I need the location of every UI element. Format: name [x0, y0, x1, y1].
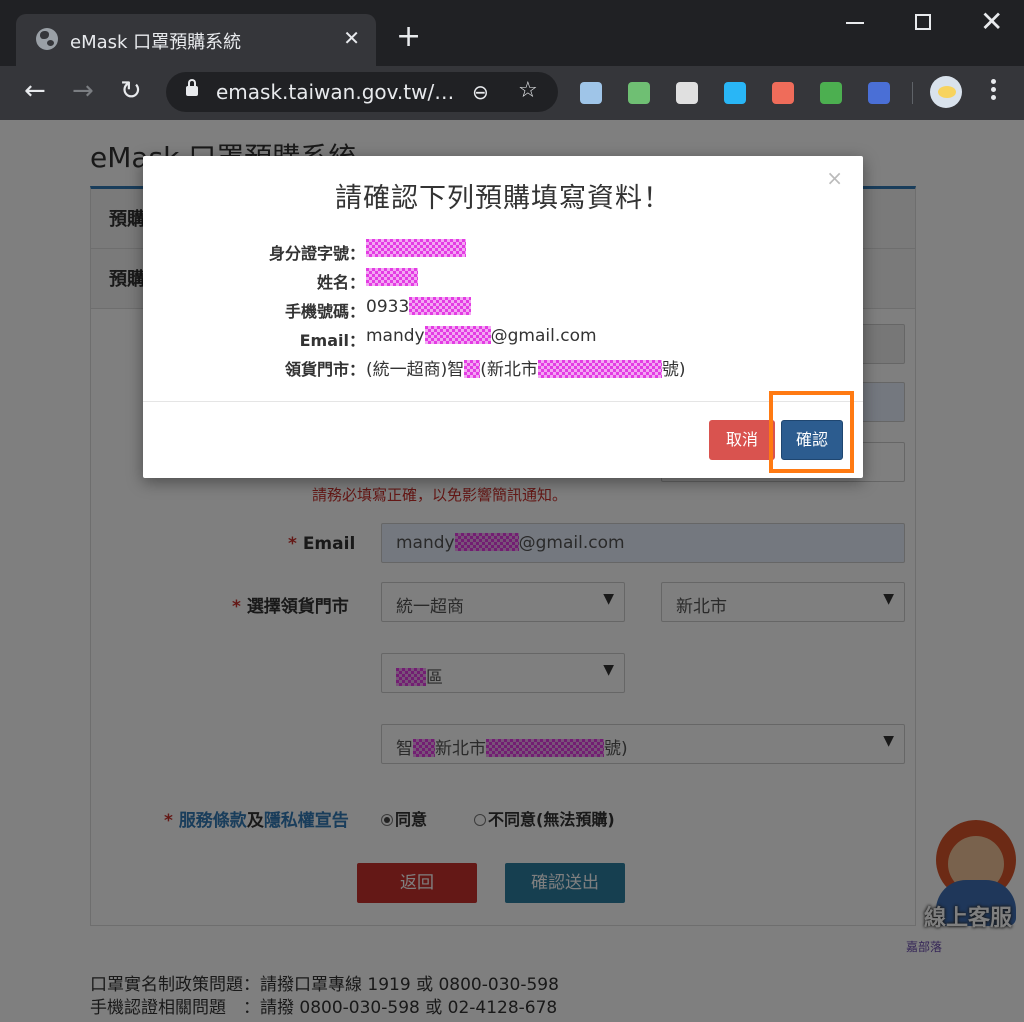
redacted-block — [424, 326, 491, 344]
info-value-id — [366, 239, 466, 259]
extension-icon-4[interactable] — [724, 82, 746, 104]
window-maximize-button[interactable] — [915, 14, 931, 30]
url-text[interactable]: emask.taiwan.gov.tw/… — [216, 80, 454, 104]
info-row-id: 身分證字號： — [143, 238, 863, 264]
extension-icon-5[interactable] — [772, 82, 794, 104]
browser-toolbar: ← → ↻ emask.taiwan.gov.tw/… ⊖ ☆ — [0, 66, 1024, 120]
forward-button[interactable]: → — [72, 76, 94, 106]
info-value-store: (統一超商)智 (新北市 號) — [366, 360, 686, 380]
extension-icon-2[interactable] — [628, 82, 650, 104]
zoom-icon[interactable]: ⊖ — [472, 80, 489, 104]
browser-menu-icon[interactable] — [986, 76, 1000, 108]
cancel-button[interactable]: 取消 — [709, 420, 775, 460]
redacted-block — [537, 360, 662, 378]
extension-icon-1[interactable] — [580, 82, 602, 104]
redacted-block — [464, 360, 481, 378]
info-value-phone: 0933 — [366, 297, 472, 317]
info-value-name — [366, 268, 418, 288]
redacted-block — [366, 239, 466, 257]
tab-title: eMask 口罩預購系統 — [70, 32, 242, 53]
window-minimize-button[interactable] — [846, 22, 864, 24]
profile-avatar[interactable] — [930, 76, 962, 108]
bookmark-star-icon[interactable]: ☆ — [518, 78, 538, 103]
extension-icon-3[interactable] — [676, 82, 698, 104]
back-button[interactable]: ← — [24, 76, 46, 106]
dialog-divider — [143, 401, 863, 402]
browser-tab[interactable]: eMask 口罩預購系統 ✕ — [16, 14, 376, 66]
browser-titlebar: eMask 口罩預購系統 ✕ + ✕ — [0, 0, 1024, 66]
info-value-email: mandy @gmail.com — [366, 326, 597, 346]
info-row-name: 姓名： — [143, 267, 863, 293]
confirm-dialog: × 請確認下列預購填寫資料！ 身分證字號： 姓名： 手機號碼： 0933 Ema… — [143, 156, 863, 478]
info-row-email: Email： mandy @gmail.com — [299, 326, 597, 350]
tab-close-icon[interactable]: ✕ — [343, 26, 360, 50]
highlight-annotation — [769, 391, 854, 473]
globe-icon — [36, 28, 58, 50]
toolbar-separator — [912, 82, 913, 104]
info-row-store: 領貨門市： (統一超商)智 (新北市 號) — [143, 354, 863, 380]
window-close-button[interactable]: ✕ — [980, 6, 1003, 38]
new-tab-button[interactable]: + — [396, 22, 421, 52]
extension-icon-7[interactable] — [868, 82, 890, 104]
redacted-block — [409, 297, 472, 315]
extension-icon-6[interactable] — [820, 82, 842, 104]
reload-button[interactable]: ↻ — [120, 76, 142, 106]
address-bar[interactable]: emask.taiwan.gov.tw/… ⊖ ☆ — [166, 72, 558, 112]
dialog-title: 請確認下列預購填寫資料！ — [335, 183, 671, 214]
redacted-block — [366, 268, 418, 286]
lock-icon[interactable] — [186, 79, 198, 96]
info-row-phone: 手機號碼： 0933 — [143, 296, 863, 322]
